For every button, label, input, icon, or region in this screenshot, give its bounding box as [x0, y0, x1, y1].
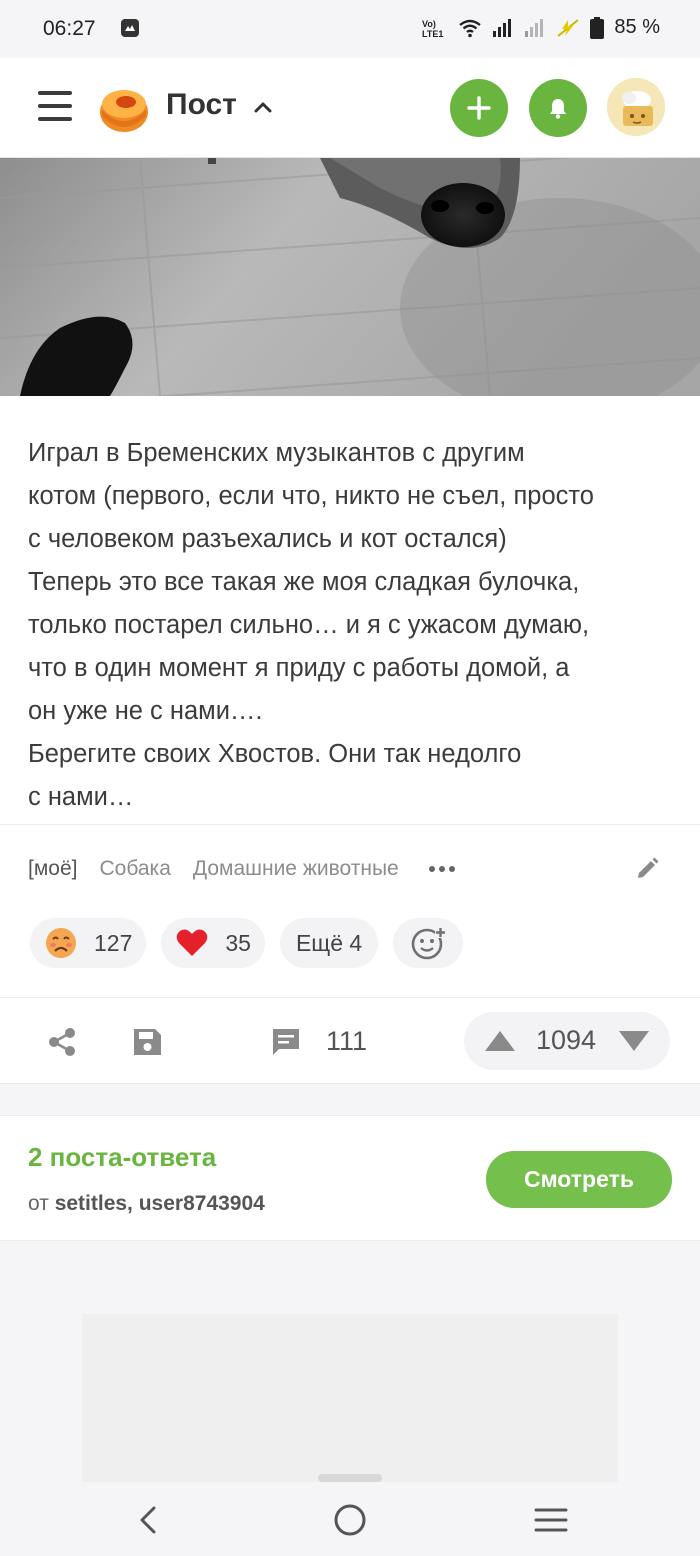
wifi-icon [459, 19, 482, 37]
svg-text:LTE1: LTE1 [422, 29, 443, 39]
bell-icon [550, 99, 566, 119]
vote-up-icon[interactable] [484, 1029, 516, 1053]
status-bar: 06:27 Vo) LTE1 85 % [0, 0, 700, 58]
post-text-line: котом (первого, если что, никто не съел,… [28, 482, 594, 510]
post-screen: 06:27 Vo) LTE1 85 % Пост Играл в Бременс… [0, 0, 700, 1556]
message-app-icon [121, 19, 139, 37]
tag-list: [моё] Собака Домашние животные [28, 852, 455, 886]
user-avatar[interactable] [607, 78, 665, 136]
more-reactions-label: Ещё 4 [295, 929, 363, 956]
system-nav-bar [0, 1482, 700, 1556]
post-body: Играл в Бременских музыкантов с другим к… [28, 432, 678, 819]
page-title[interactable]: Пост [166, 88, 237, 122]
reply-posts-authors: от setitles, user8743904 [28, 1192, 265, 1216]
reply-posts-title[interactable]: 2 поста-ответа [28, 1142, 216, 1173]
vote-down-icon[interactable] [618, 1029, 650, 1053]
smile-plus-icon [411, 927, 447, 960]
post-text-line: он уже не с нами…. [28, 697, 263, 725]
ad-placeholder [82, 1314, 618, 1484]
recent-apps-icon[interactable] [533, 1502, 569, 1538]
notifications-button[interactable] [529, 79, 587, 137]
volte-icon: Vo) LTE1 [422, 19, 443, 39]
plus-icon [467, 96, 491, 120]
more-tags-icon[interactable] [428, 864, 455, 874]
battery-percent: 85 % [614, 16, 660, 38]
pencil-icon[interactable] [634, 856, 660, 882]
post-card: Играл в Бременских музыкантов с другим к… [0, 396, 700, 1084]
post-actions: 111 1094 [0, 998, 700, 1084]
tag-mine[interactable]: [моё] [28, 857, 77, 881]
post-text-line: Играл в Бременских музыкантов с другим [28, 439, 525, 467]
post-text-line: что в один момент я приду с работы домой… [28, 654, 570, 682]
signal-icon [493, 18, 512, 37]
charging-icon [557, 18, 580, 37]
reaction-sad-count: 127 [94, 929, 133, 956]
rating-box: 1094 [464, 1012, 670, 1070]
reaction-sad[interactable]: 127 [30, 918, 147, 968]
add-reaction-button[interactable] [393, 918, 464, 968]
reply-posts-users[interactable]: setitles, user8743904 [55, 1192, 265, 1215]
home-icon[interactable] [332, 1502, 368, 1538]
heart-emoji [177, 929, 208, 956]
status-time: 06:27 [43, 17, 96, 40]
post-image[interactable] [0, 158, 700, 396]
post-text-line: Берегите своих Хвостов. Они так недолго [28, 740, 522, 768]
rating-count: 1094 [536, 1025, 597, 1055]
post-text-line: с нами… [28, 783, 134, 811]
sheet-handle[interactable] [318, 1474, 382, 1482]
post-text-line: Теперь это все такая же моя сладкая було… [28, 568, 580, 596]
comment-icon[interactable] [270, 1026, 302, 1058]
svg-text:Vo): Vo) [422, 19, 436, 29]
hamburger-menu-icon[interactable] [38, 91, 72, 121]
share-icon[interactable] [46, 1026, 78, 1058]
chevron-up-icon[interactable] [252, 96, 274, 118]
post-text-line: с человеком разъехались и кот остался) [28, 525, 507, 553]
divider [0, 824, 700, 825]
tag-dog[interactable]: Собака [99, 857, 170, 881]
add-post-button[interactable] [450, 79, 508, 137]
signal-weak-icon [525, 18, 544, 37]
reply-posts-section: 2 поста-ответа от setitles, user8743904 … [0, 1115, 700, 1241]
sad-face-emoji [46, 928, 76, 958]
back-icon[interactable] [130, 1502, 166, 1538]
post-text-line: только постарел сильно… и я с ужасом дум… [28, 611, 590, 639]
more-reactions-button[interactable]: Ещё 4 [279, 918, 379, 968]
app-header: Пост [0, 58, 700, 158]
save-icon[interactable] [131, 1026, 163, 1058]
reaction-heart[interactable]: 35 [161, 918, 265, 968]
battery-icon [590, 16, 605, 39]
tag-pets[interactable]: Домашние животные [193, 857, 399, 881]
reactions-bar: 127 35 Ещё 4 [30, 918, 464, 968]
comments-count[interactable]: 111 [326, 1026, 367, 1057]
reply-posts-prefix: от [28, 1192, 49, 1215]
view-replies-button[interactable]: Смотреть [486, 1151, 672, 1208]
reaction-heart-count: 35 [225, 929, 251, 956]
app-logo[interactable] [98, 82, 150, 134]
status-icons: Vo) LTE1 85 % [422, 16, 660, 39]
